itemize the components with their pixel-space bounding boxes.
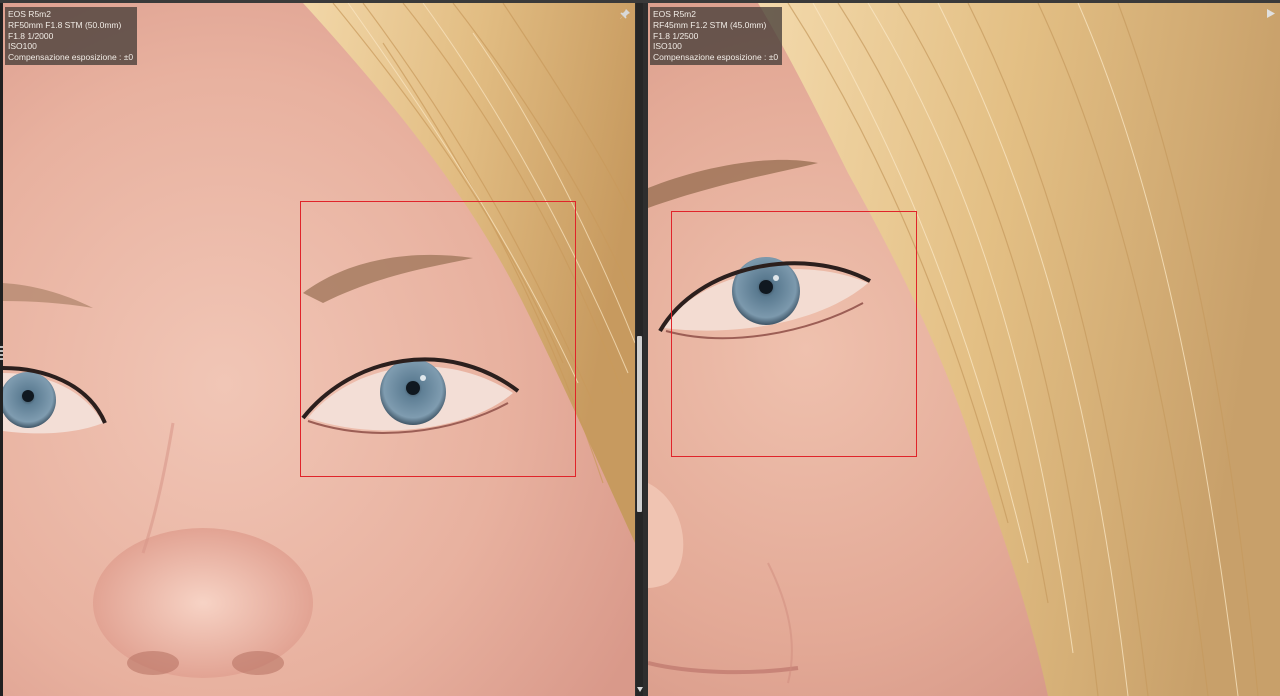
exif-overlay-right: EOS R5m2 RF45mm F1.2 STM (45.0mm) F1.8 1… bbox=[650, 7, 783, 65]
exif-exposure: F1.8 1/2500 bbox=[653, 30, 699, 41]
focus-frame-right bbox=[671, 211, 917, 457]
pin-icon[interactable] bbox=[619, 8, 631, 20]
image-compare-viewer: EOS R5m2 RF50mm F1.8 STM (50.0mm) F1.8 1… bbox=[0, 0, 1280, 696]
resize-grip[interactable] bbox=[0, 346, 3, 360]
exif-exposure: F1.8 1/2000 bbox=[8, 30, 54, 41]
exif-iso: ISO100 bbox=[8, 41, 37, 52]
exif-lens: RF50mm F1.8 STM (50.0mm) bbox=[8, 19, 122, 30]
exif-compensation: Compensazione esposizione : ±0 bbox=[8, 52, 134, 63]
exif-iso: ISO100 bbox=[653, 41, 682, 52]
chevron-down-icon[interactable] bbox=[637, 687, 643, 692]
scrollbar-thumb[interactable] bbox=[637, 336, 642, 512]
exif-camera: EOS R5m2 bbox=[8, 9, 51, 19]
focus-frame-left bbox=[300, 201, 576, 477]
exif-camera: EOS R5m2 bbox=[653, 9, 696, 19]
exif-compensation: Compensazione esposizione : ±0 bbox=[653, 52, 779, 63]
exif-lens: RF45mm F1.2 STM (45.0mm) bbox=[653, 19, 767, 30]
play-icon[interactable] bbox=[1266, 8, 1276, 19]
exif-overlay-left: EOS R5m2 RF50mm F1.8 STM (50.0mm) F1.8 1… bbox=[5, 7, 138, 65]
